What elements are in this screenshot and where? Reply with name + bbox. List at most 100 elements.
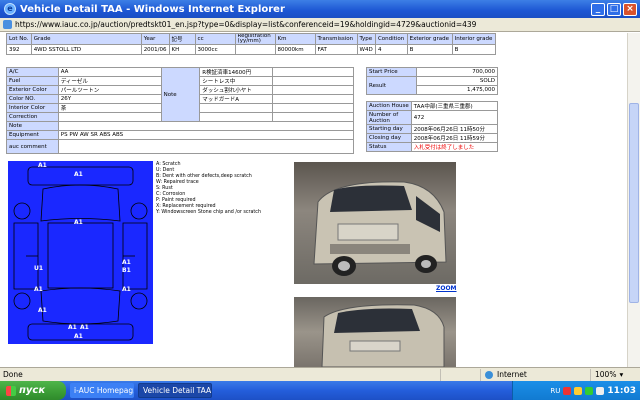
spec-label: Note — [6, 121, 59, 131]
status-label: Status — [366, 142, 412, 152]
auction-number-label: Number of Auction — [366, 110, 412, 125]
damage-mark: A1 — [74, 219, 83, 226]
close-button[interactable]: × — [623, 2, 637, 16]
spec-row: A/C AA Note R検証済車14600円 — [6, 67, 355, 122]
taskbar-item-vehicle-detail[interactable]: Vehicle Detail TAA... — [138, 383, 212, 398]
status-text: Done — [3, 370, 23, 379]
spec-label: Interior Color — [6, 103, 59, 113]
spec-label: Fuel — [6, 76, 59, 86]
legend-item: Y: Windowscreen Stone chip and /or scrat… — [156, 210, 261, 215]
col-header: Condition — [374, 33, 408, 45]
taskbar-item-label: i-AUC Homepag... — [74, 386, 134, 395]
note-line: R検証済車14600円 — [199, 67, 273, 77]
volume-icon[interactable] — [596, 386, 605, 395]
globe-icon — [485, 370, 493, 379]
col-header: Km — [274, 33, 316, 45]
zoom-level[interactable]: 100% ▾ — [590, 368, 640, 381]
auction-house-value: TAA中部(三重県三重郡) — [410, 101, 499, 111]
zoom-link[interactable]: ZOOM — [436, 285, 457, 292]
damage-mark: A1 — [74, 171, 83, 178]
zone-text: Internet — [497, 370, 527, 379]
spec-row: Equipment PS PW AW SR ABS ABS — [6, 130, 355, 140]
ie-icon: e — [4, 3, 16, 15]
tray-app-icon[interactable] — [574, 386, 583, 395]
lot-cell: FAT — [314, 44, 358, 55]
note-cell — [271, 103, 355, 113]
language-indicator[interactable]: RU — [550, 387, 560, 395]
note-line: マッドガードA — [199, 94, 273, 104]
col-header: cc — [194, 33, 236, 45]
lot-cell: B — [451, 44, 497, 55]
zoom-text: 100% — [595, 370, 617, 379]
lot-cell: 392 — [6, 44, 32, 55]
damage-mark: A1 — [34, 286, 43, 293]
internet-zone: Internet — [480, 368, 590, 381]
lot-cell: 80000km — [274, 44, 316, 55]
url-text[interactable]: https://www.iauc.co.jp/auction/predtskt0… — [15, 20, 640, 29]
spec-value — [57, 112, 162, 122]
maximize-button[interactable]: □ — [607, 2, 621, 16]
spec-label: Correction — [6, 112, 59, 122]
col-header: Exterior grade — [406, 33, 453, 45]
spec-label: Exterior Color — [6, 85, 59, 95]
auction-table: Auction House TAA中部(三重県三重郡) Number of Au… — [366, 101, 499, 152]
minimize-button[interactable]: _ — [591, 2, 605, 16]
starting-day-label: Starting day — [366, 124, 412, 134]
start-button[interactable]: пуск — [0, 381, 66, 400]
taskbar-item-homepage[interactable]: i-AUC Homepag... — [70, 383, 134, 398]
damage-diagram: A1 A1 A1 U1 A1 B1 A1 A1 A1 A1 A1 A1 — [8, 161, 153, 344]
windows-flag-icon — [6, 385, 16, 396]
lot-cell: W4D — [356, 44, 376, 55]
window-title: Vehicle Detail TAA - Windows Internet Ex… — [20, 3, 285, 15]
auction-number-value: 472 — [410, 110, 499, 125]
vehicle-photo[interactable] — [294, 162, 456, 284]
note-line — [199, 103, 273, 113]
lot-table-row: 392 4WD SSTOLL LTD 2001/06 KH 3000cc 800… — [6, 44, 497, 55]
lot-cell: 2001/06 — [140, 44, 170, 55]
price-row: Start Price 700,000 — [366, 67, 498, 77]
note-label: Note — [160, 67, 201, 122]
vehicle-photo-rear[interactable] — [294, 297, 456, 367]
closing-day-label: Closing day — [366, 133, 412, 143]
spec-label: Equipment — [6, 130, 59, 140]
col-header: Type — [356, 33, 376, 45]
spec-value: ディーゼル — [57, 76, 162, 86]
address-bar[interactable]: https://www.iauc.co.jp/auction/predtskt0… — [0, 18, 640, 32]
spec-row: Note — [6, 121, 355, 131]
price-table: Start Price 700,000 Result SOLD 1,475,00… — [366, 67, 498, 95]
damage-mark: A1 — [122, 286, 131, 293]
spec-row: auc comment — [6, 139, 355, 154]
tray-app-icon[interactable] — [585, 386, 594, 395]
spec-label: A/C — [6, 67, 59, 77]
auction-row: Auction House TAA中部(三重県三重郡) — [366, 101, 499, 111]
clock: 11:03 — [607, 385, 636, 396]
note-cell — [271, 94, 355, 104]
spec-label: Color NO. — [6, 94, 59, 104]
page-icon — [3, 20, 12, 29]
spec-label: auc comment — [6, 139, 59, 154]
damage-legend: A: Scratch U: Dent B: Dent with other de… — [156, 162, 261, 216]
status-cell — [440, 368, 480, 381]
price-row: Result SOLD — [366, 76, 498, 95]
col-header: Transmission — [314, 33, 358, 45]
taskbar-item-label: Vehicle Detail TAA... — [143, 386, 212, 395]
result-label: Result — [366, 76, 417, 95]
window-titlebar: e Vehicle Detail TAA - Windows Internet … — [0, 0, 640, 18]
auction-row: Closing day 2008年06月26日 11時59分 — [366, 133, 499, 143]
scrollbar-thumb[interactable] — [629, 103, 639, 303]
lot-cell: 4WD SSTOLL LTD — [30, 44, 142, 55]
lot-cell: KH — [168, 44, 196, 55]
tray-app-icon[interactable] — [563, 386, 572, 395]
damage-mark: A1 — [80, 324, 89, 331]
note-line — [199, 112, 273, 122]
start-price-label: Start Price — [366, 67, 417, 77]
lot-cell — [234, 44, 276, 55]
car-outline-icon — [13, 166, 148, 341]
lot-cell: 4 — [374, 44, 408, 55]
note-line: ダッシュ割れ小ヤト — [199, 85, 273, 95]
damage-mark: A1 — [38, 162, 47, 169]
vertical-scrollbar[interactable] — [627, 33, 640, 367]
damage-mark: B1 — [122, 267, 131, 274]
col-header: Registration (yy/mm) — [234, 33, 276, 45]
note-cell — [271, 67, 355, 77]
